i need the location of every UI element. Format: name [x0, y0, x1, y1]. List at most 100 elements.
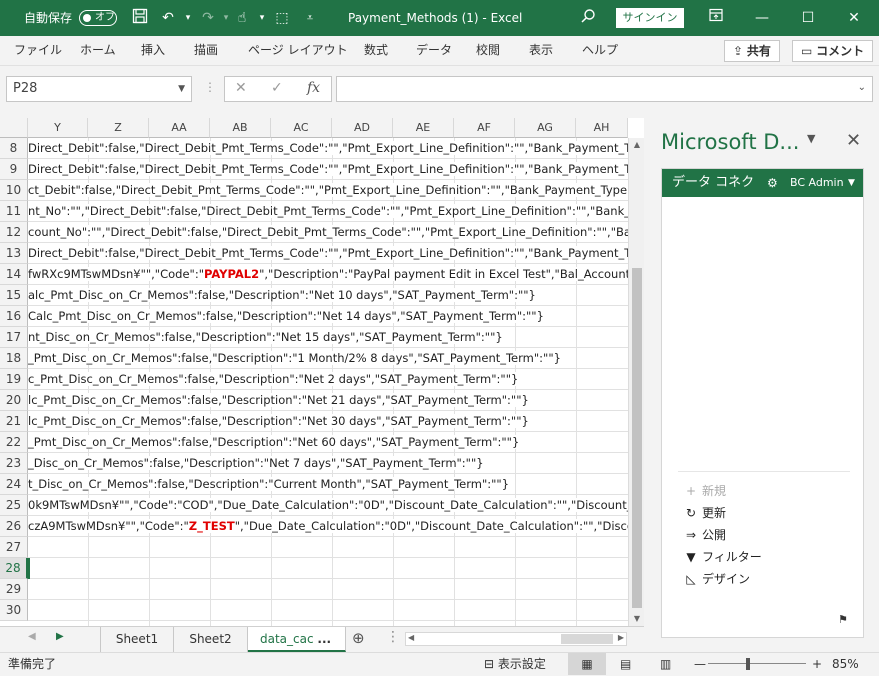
row-header[interactable]: 10	[0, 180, 28, 201]
zoom-slider-thumb[interactable]	[746, 658, 750, 670]
tab-insert[interactable]: 挿入	[141, 36, 165, 66]
row-header[interactable]: 28	[0, 558, 28, 579]
tab-data[interactable]: データ	[416, 36, 452, 66]
tab-splitter-icon[interactable]: ⋮	[386, 629, 400, 645]
undo-icon[interactable]: ↶	[158, 8, 178, 28]
gear-icon[interactable]: ⚙	[767, 169, 778, 197]
row-header[interactable]: 17	[0, 327, 28, 348]
pane-close-icon[interactable]: ✕	[846, 130, 861, 151]
column-header[interactable]: AA	[149, 118, 210, 138]
chevron-down-icon[interactable]: ▼	[178, 77, 185, 101]
sheet-tab-sheet1[interactable]: Sheet1	[100, 627, 174, 652]
undo-dropdown-icon[interactable]: ▾	[178, 8, 198, 28]
scroll-thumb[interactable]	[632, 268, 642, 608]
row-header[interactable]: 29	[0, 579, 28, 600]
cancel-icon[interactable]: ✕	[235, 80, 247, 96]
row-header[interactable]: 14	[0, 264, 28, 285]
formula-input[interactable]: ⌄	[336, 76, 873, 102]
row-header[interactable]: 19	[0, 369, 28, 390]
cell-text[interactable]: lc_Pmt_Disc_on_Cr_Memos":false,"Descript…	[28, 390, 628, 411]
tab-page-layout[interactable]: ページ レイアウト	[248, 36, 348, 66]
cell-text[interactable]: nt_Disc_on_Cr_Memos":false,"Description"…	[28, 327, 628, 348]
tab-review[interactable]: 校閲	[476, 36, 500, 66]
tab-file[interactable]: ファイル	[14, 36, 62, 66]
zoom-in-icon[interactable]: +	[812, 653, 822, 675]
tab-draw[interactable]: 描画	[194, 36, 218, 66]
comment-button[interactable]: ▭ コメント	[792, 40, 874, 62]
column-header[interactable]: AG	[515, 118, 576, 138]
select-object-icon[interactable]: ⬚	[272, 8, 292, 28]
more-sheets-label[interactable]: ...	[317, 632, 331, 646]
row-header[interactable]: 24	[0, 474, 28, 495]
save-icon[interactable]	[130, 8, 150, 28]
normal-view-icon[interactable]: ▦	[568, 653, 606, 675]
vertical-scrollbar[interactable]: ▲ ▼	[628, 138, 644, 626]
row-header[interactable]: 21	[0, 411, 28, 432]
insert-function-icon[interactable]: fx	[307, 80, 320, 96]
user-label[interactable]: BC Admin	[790, 169, 844, 197]
flag-icon[interactable]: ⚑	[838, 613, 848, 626]
sign-in-button[interactable]: サインイン	[616, 8, 684, 28]
page-break-view-icon[interactable]: ▥	[660, 653, 671, 675]
pane-action-filter[interactable]: ▼ フィルター	[680, 547, 761, 567]
cell-text[interactable]: nt_No":"","Direct_Debit":false,"Direct_D…	[28, 201, 628, 222]
sheet-tab-data-cac[interactable]: data_cac ...	[248, 627, 346, 652]
cell-text[interactable]: fwRXc9MTswMDsn¥"","Code":"PAYPAL2","Desc…	[28, 264, 628, 285]
name-box[interactable]: P28 ▼	[6, 76, 192, 102]
row-header[interactable]: 18	[0, 348, 28, 369]
cell-text[interactable]: Calc_Pmt_Disc_on_Cr_Memos":false,"Descri…	[28, 306, 628, 327]
horizontal-scrollbar[interactable]: ◀ ▶	[405, 632, 627, 646]
redo-icon[interactable]: ↷	[198, 8, 218, 28]
pane-action-new[interactable]: + 新規	[680, 481, 726, 501]
next-sheet-icon[interactable]: ▶	[56, 631, 64, 642]
cell-text[interactable]: t_Disc_on_Cr_Memos":false,"Description":…	[28, 474, 628, 495]
row-header[interactable]: 20	[0, 390, 28, 411]
enter-icon[interactable]: ✓	[271, 80, 283, 96]
cell-text[interactable]: Direct_Debit":false,"Direct_Debit_Pmt_Te…	[28, 243, 628, 264]
pane-options-icon[interactable]: ▼	[807, 132, 815, 145]
sheet-tab-sheet2[interactable]: Sheet2	[174, 627, 248, 652]
more-options-icon[interactable]: ⋮	[204, 80, 216, 94]
zoom-out-icon[interactable]: —	[694, 653, 706, 675]
cell-text[interactable]: count_No":"","Direct_Debit":false,"Direc…	[28, 222, 628, 243]
cell-text[interactable]: lc_Pmt_Disc_on_Cr_Memos":false,"Descript…	[28, 411, 628, 432]
pane-action-refresh[interactable]: ↻ 更新	[680, 503, 726, 523]
row-header[interactable]: 26	[0, 516, 28, 537]
zoom-slider[interactable]	[708, 663, 806, 664]
maximize-icon[interactable]: ☐	[798, 8, 818, 28]
tab-formulas[interactable]: 数式	[364, 36, 388, 66]
column-header[interactable]: AH	[576, 118, 628, 138]
search-icon[interactable]	[578, 8, 598, 28]
cell-text[interactable]: alc_Pmt_Disc_on_Cr_Memos":false,"Descrip…	[28, 285, 628, 306]
row-header[interactable]: 13	[0, 243, 28, 264]
select-all-corner[interactable]	[0, 118, 28, 138]
user-chevron-icon[interactable]: ▼	[848, 169, 855, 197]
row-header[interactable]: 8	[0, 138, 28, 159]
cell-text[interactable]: _Disc_on_Cr_Memos":false,"Description":"…	[28, 453, 628, 474]
column-header[interactable]: AD	[332, 118, 393, 138]
close-icon[interactable]: ✕	[844, 8, 864, 28]
column-header[interactable]: AE	[393, 118, 454, 138]
row-header[interactable]: 16	[0, 306, 28, 327]
autosave-toggle[interactable]: オフ	[79, 10, 117, 26]
cell-text[interactable]: 0k9MTswMDsn¥"","Code":"COD","Due_Date_Ca…	[28, 495, 628, 516]
cell-text[interactable]: _Pmt_Disc_on_Cr_Memos":false,"Descriptio…	[28, 348, 628, 369]
column-header[interactable]: AB	[210, 118, 271, 138]
prev-sheet-icon[interactable]: ◀	[28, 631, 36, 642]
cell-text[interactable]: czA9MTswMDsn¥"","Code":"Z_TEST","Due_Dat…	[28, 516, 628, 537]
row-header[interactable]: 9	[0, 159, 28, 180]
cell-text[interactable]: Direct_Debit":false,"Direct_Debit_Pmt_Te…	[28, 159, 628, 180]
pane-action-publish[interactable]: ⇒ 公開	[680, 525, 726, 545]
scroll-left-icon[interactable]: ◀	[408, 633, 414, 642]
pane-action-design[interactable]: ◺ デザイン	[680, 569, 750, 589]
minimize-icon[interactable]: —	[752, 8, 772, 28]
display-settings-button[interactable]: ⊟ 表示設定	[484, 653, 546, 675]
touch-dropdown-icon[interactable]: ▾	[252, 8, 272, 28]
scroll-right-icon[interactable]: ▶	[618, 633, 624, 642]
scroll-up-icon[interactable]: ▲	[629, 140, 644, 149]
share-button[interactable]: ⇪ 共有	[724, 40, 780, 62]
column-header[interactable]: Z	[88, 118, 149, 138]
column-header[interactable]: AC	[271, 118, 332, 138]
cell-text[interactable]: _Pmt_Disc_on_Cr_Memos":false,"Descriptio…	[28, 432, 628, 453]
ribbon-display-icon[interactable]	[706, 8, 726, 28]
